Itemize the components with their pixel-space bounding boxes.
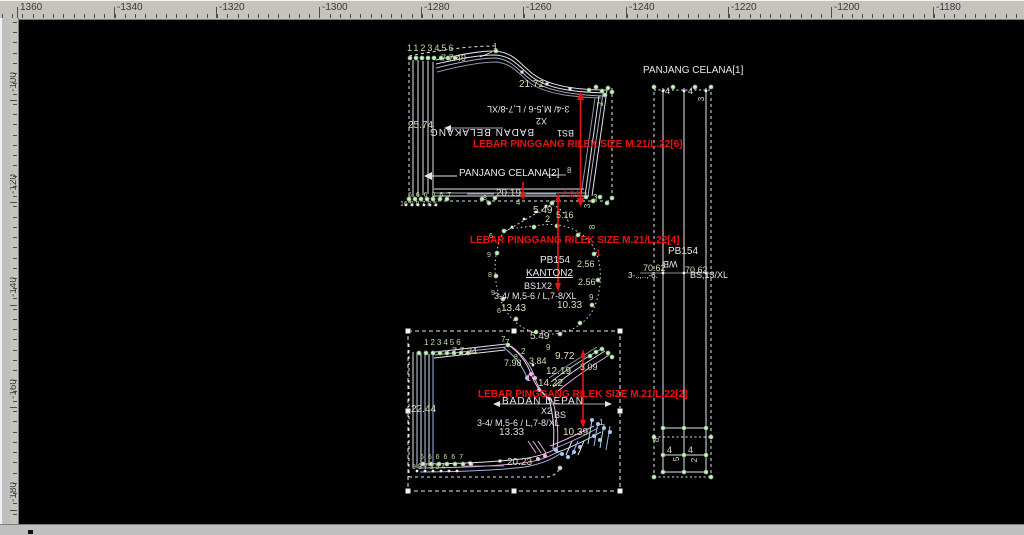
canvas-label: 5.49: [530, 332, 549, 342]
ruler-label: -1220: [731, 2, 757, 13]
canvas-label: 2: [521, 348, 525, 356]
canvas-label: 8: [653, 438, 661, 442]
pattern-cad-window: 11234567 7.49121.7225.743-4/ M,5-6 / L,7…: [0, 0, 1024, 535]
canvas-label: 3-..,..,-6.: [628, 272, 658, 280]
canvas-label: 6: [489, 233, 493, 240]
canvas-label: 4: [665, 87, 670, 96]
canvas-label: 7 7.34: [452, 347, 477, 356]
warning-lebar-pinggang-6: LEBAR PINGGANG RILEK SIZE M.21/L.22[6]: [473, 140, 682, 150]
canvas-label: 1: [596, 249, 601, 258]
canvas-label: 7 7.49: [441, 54, 466, 63]
canvas-label: 3: [584, 204, 592, 208]
ruler-label: -1280: [424, 2, 450, 13]
canvas-label: 4: [688, 87, 693, 96]
warning-lebar-pinggang-4: LEBAR PINGGANG RILEK SIZE M.21/L.22[4]: [470, 236, 679, 246]
canvas-label: 2.56: [577, 260, 595, 269]
canvas-label: 8: [589, 225, 597, 229]
canvas-label: PB154: [668, 247, 698, 257]
canvas-label: BS1: [557, 128, 574, 137]
canvas-label: X2: [536, 116, 547, 125]
ruler-label: -1300: [322, 2, 348, 13]
canvas-label: 2: [597, 102, 605, 106]
dim-panjang-celana-2: PANJANG CELANA[2]: [459, 169, 559, 179]
canvas-label: 9: [546, 344, 550, 352]
canvas-label: 4: [667, 446, 672, 455]
canvas-label: 3: [593, 194, 597, 202]
ruler-label: -1260: [526, 2, 552, 13]
canvas-label: 10.33: [557, 301, 582, 311]
canvas-label: 3.84: [529, 357, 547, 366]
piece-name-badan-belakang: BADAN BELAKANG: [429, 126, 534, 136]
scrollbar-horizontal[interactable]: [0, 524, 1024, 535]
canvas-label: 20.23: [507, 458, 532, 468]
canvas-label: 2.56: [578, 278, 596, 287]
canvas-label: 22.44: [411, 405, 436, 415]
canvas-label: 5.16: [556, 211, 574, 220]
canvas-label: 9 8 7 3 5 4: [412, 464, 445, 471]
scroll-marker: [28, 530, 33, 534]
canvas-label: BS,13/XL: [690, 271, 728, 280]
canvas-label: BS1X2: [524, 282, 552, 291]
canvas-label: X2: [541, 407, 552, 416]
canvas-label: 10.39: [563, 428, 588, 438]
canvas-label: 3.09: [580, 363, 598, 372]
ruler-horizontal[interactable]: 1360 -1340 -1320 -1300 -1280 -1260 -1240 -1220 -…: [0, 0, 1024, 20]
ruler-label: -1340: [117, 2, 143, 13]
ruler-label: 1360: [20, 2, 42, 13]
canvas-label: 4: [516, 199, 520, 207]
canvas-label: 2: [545, 215, 550, 224]
ruler-label: -1200: [834, 2, 860, 13]
canvas-label: PB154: [540, 256, 570, 266]
piece-name-kanton2: KANTON2: [526, 269, 573, 279]
canvas-label: 8: [567, 167, 571, 175]
canvas-label: 1: [493, 43, 497, 51]
canvas-label: 6 6 6 6 6 7: [420, 454, 464, 461]
ruler-label: -1240: [629, 2, 655, 13]
canvas-label: 4: [688, 446, 693, 455]
canvas-label: 14.22: [538, 379, 563, 389]
canvas-label: 13.43: [501, 304, 526, 314]
canvas-label: 3: [698, 97, 706, 101]
canvas-label: 12.19: [546, 367, 571, 377]
canvas-label: 6 6 6 6 6 7: [408, 192, 452, 199]
ruler-label: -1180: [936, 2, 961, 13]
canvas-label: 9.72: [555, 352, 574, 362]
dim-panjang-celana-1: PANJANG CELANA[1]: [643, 66, 743, 76]
canvas-label: 7: [505, 339, 509, 347]
canvas-label: 2: [691, 458, 699, 462]
window-edge: [0, 18, 10, 535]
canvas-label: 9: [589, 294, 593, 302]
canvas-label: 5: [673, 457, 681, 461]
canvas-label: 9: [487, 252, 491, 259]
canvas-label: 8: [483, 195, 487, 202]
canvas-label: 21.72: [519, 80, 544, 90]
canvas-label: 13.33: [499, 428, 524, 438]
canvas-labels: 11234567 7.49121.7225.743-4/ M,5-6 / L,7…: [0, 0, 1024, 535]
canvas-label: 3-4/ M,5-6 / L,7-8/XL: [487, 104, 570, 113]
canvas-label: 1: [526, 374, 531, 383]
canvas-label: 1: [599, 419, 603, 427]
ruler-label: -1320: [219, 2, 245, 13]
canvas-label: 7.98: [504, 359, 522, 368]
canvas-label: 4.94: [562, 190, 580, 199]
canvas-label: 16 9 8 7 8 5: [400, 201, 437, 208]
canvas-label: 1123456: [407, 44, 455, 53]
canvas-label: 8: [488, 272, 492, 279]
